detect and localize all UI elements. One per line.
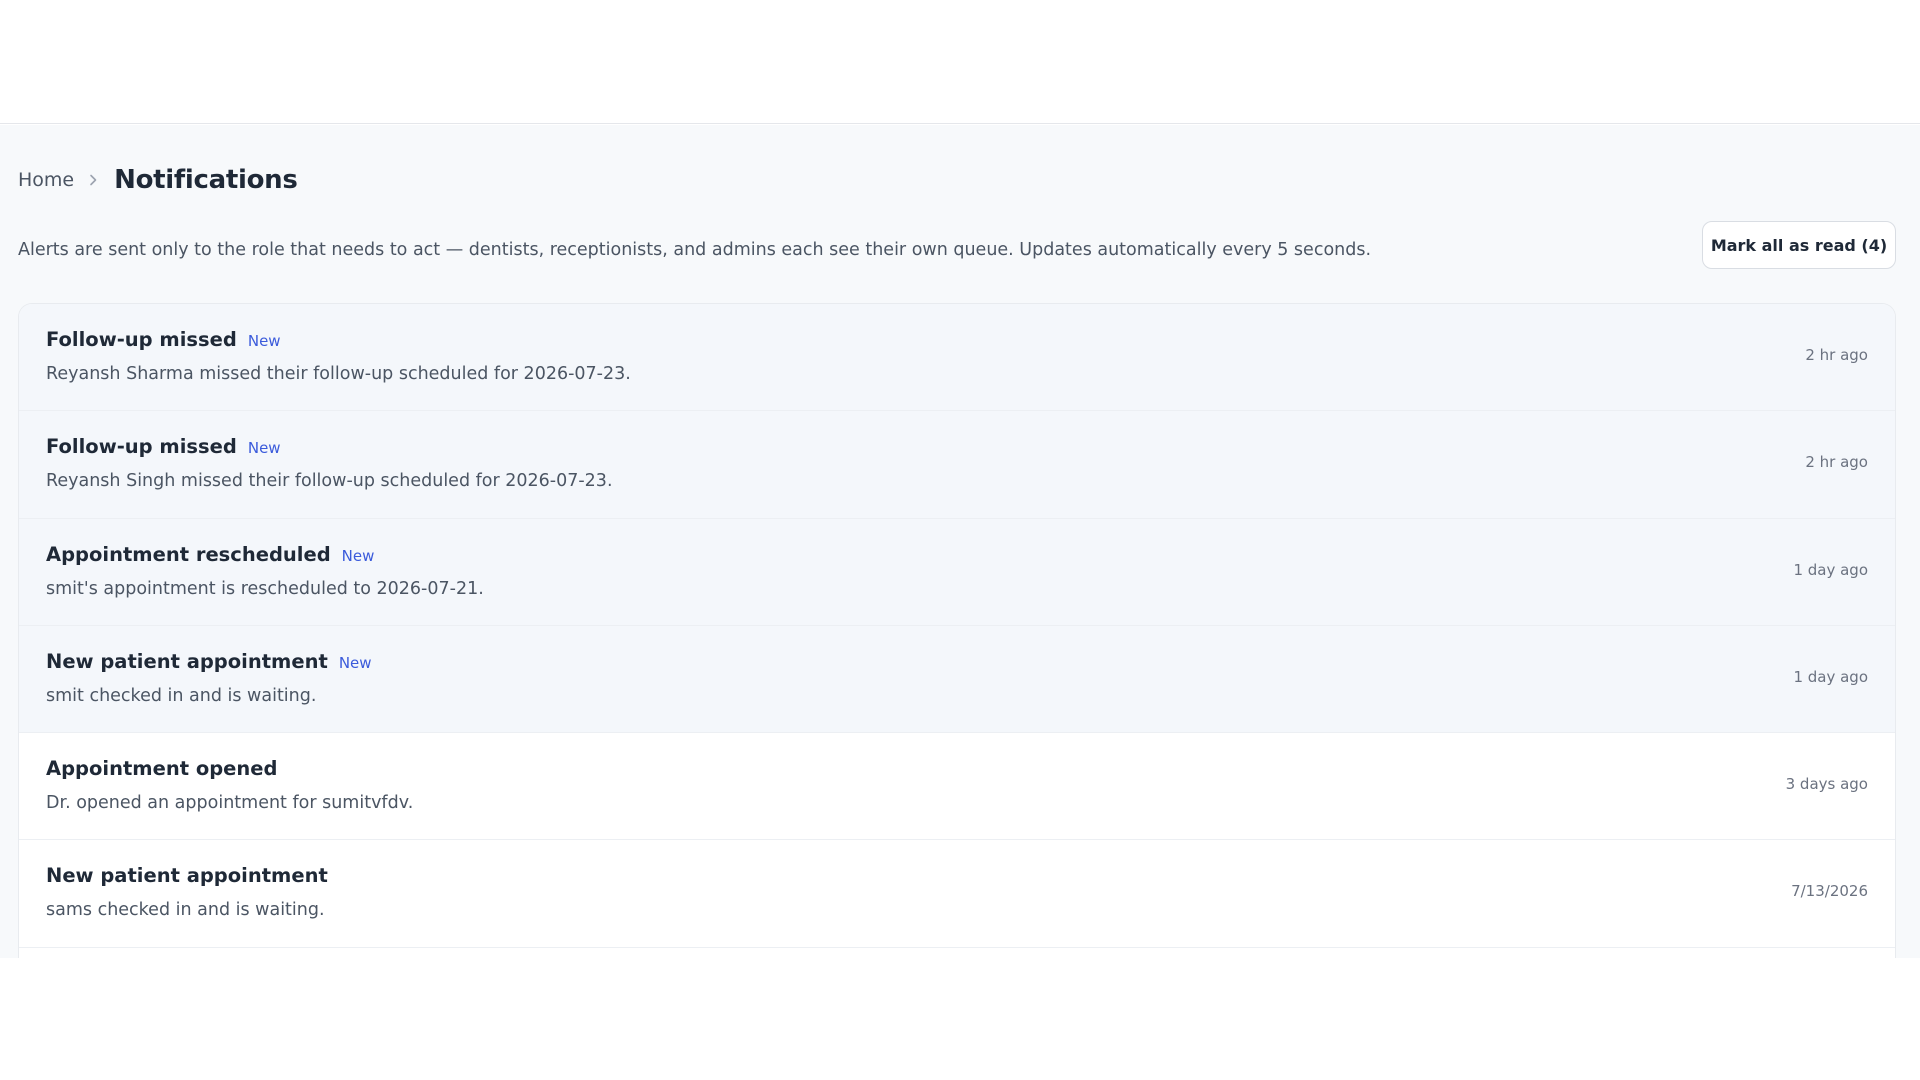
notification-title-line: Follow-up missed New [46, 328, 281, 351]
notification-item[interactable]: New patient appointment New smit checked i… [19, 625, 1895, 734]
new-badge: New [247, 332, 281, 350]
notification-message: Dr. opened an appointment for sumitvfdv. [46, 793, 414, 814]
notification-message: smit checked in and is waiting. [46, 685, 317, 706]
notification-timestamp: 1 day ago [1793, 560, 1868, 579]
notification-timestamp: 3 days ago [1785, 775, 1868, 794]
notification-message: sams checked in and is waiting. [46, 900, 325, 921]
notification-list: Follow-up missed New Reyansh Sharma missed… [18, 303, 1896, 958]
notification-title-line: New patient appointment [46, 864, 328, 887]
new-badge: New [341, 546, 375, 565]
notification-item[interactable]: New patient appointment sams checked in a… [19, 840, 1895, 948]
notification-timestamp: 1 day ago [1793, 667, 1868, 686]
notification-item[interactable]: Follow-up missed New Reyansh Singh missed … [19, 411, 1895, 519]
notifications-page: Home Notifications Alerts are sent only … [0, 125, 1920, 958]
new-badge: New [247, 439, 281, 458]
notification-message: Reyansh Sharma missed their follow-up sc… [46, 364, 631, 384]
notification-timestamp: 2 hr ago [1805, 453, 1868, 472]
notification-title: New patient appointment [46, 649, 328, 673]
page-title: Notifications [114, 165, 298, 195]
notification-timestamp: 7/13/2026 [1791, 882, 1868, 901]
notification-title: New patient appointment [46, 864, 328, 888]
notification-timestamp: 2 hr ago [1805, 346, 1868, 364]
page-description: Alerts are sent only to the role that ne… [18, 240, 1372, 260]
notification-message: smit's appointment is rescheduled to 202… [46, 578, 484, 599]
notification-title: Appointment opened [46, 757, 278, 781]
notification-title-line: New patient appointment New [46, 650, 372, 673]
breadcrumb: Home Notifications [18, 155, 298, 205]
notification-item[interactable]: Follow-up missed New Reyansh Sharma missed… [19, 304, 1895, 412]
notification-title-line: Follow-up missed New [46, 435, 281, 458]
notification-title-line: Appointment rescheduled New [46, 543, 374, 566]
notification-item[interactable]: Appointment rescheduled New smit's appoint… [19, 518, 1895, 626]
notification-title: Appointment rescheduled [46, 542, 331, 566]
mark-all-read-button[interactable]: Mark all as read (4) [1702, 221, 1896, 269]
notification-message: Reyansh Singh missed their follow-up sch… [46, 471, 613, 492]
new-badge: New [338, 653, 372, 672]
top-bar [0, 0, 1920, 124]
notification-title: Follow-up missed [46, 435, 237, 459]
chevron-right-icon [86, 173, 100, 187]
notification-title: Follow-up missed [46, 328, 237, 351]
breadcrumb-home-link[interactable]: Home [18, 169, 74, 191]
notification-item[interactable]: Appointment opened Dr. opened an appointm… [19, 733, 1895, 841]
notification-title-line: Appointment opened [46, 757, 277, 780]
